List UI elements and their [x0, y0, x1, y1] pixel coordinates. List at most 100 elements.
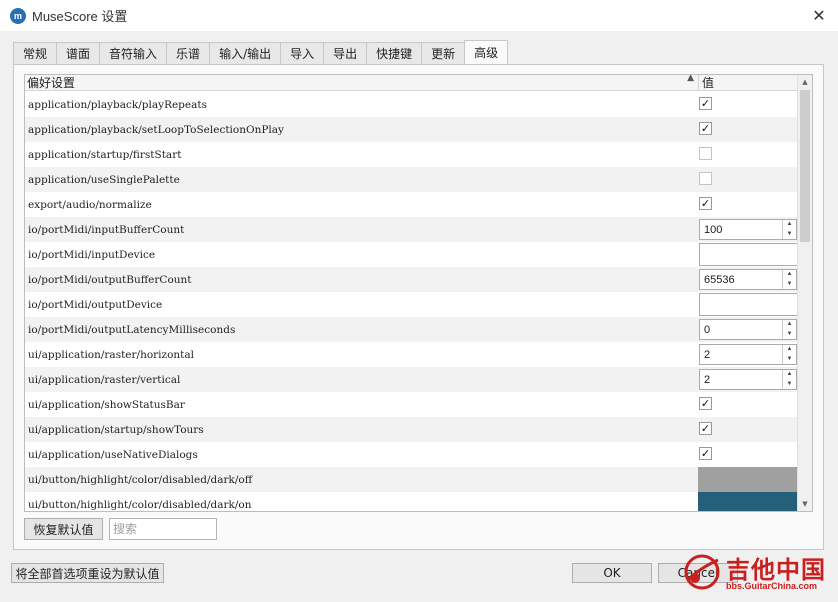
spin-up-icon[interactable]: ▲ [783, 370, 796, 380]
spin-buttons: ▲ ▼ [782, 345, 796, 364]
number-spinbox[interactable]: 2 ▲ ▼ [699, 369, 797, 390]
table-row[interactable]: export/audio/normalize ✓ [25, 192, 798, 217]
checkbox-unchecked[interactable] [699, 147, 712, 160]
spinbox-value: 0 [704, 323, 711, 336]
preference-key: io/portMidi/outputDevice [28, 298, 163, 311]
preference-value: ✓ [698, 392, 798, 417]
spin-buttons: ▲ ▼ [782, 370, 796, 389]
table-row[interactable]: ui/button/highlight/color/disabled/dark/… [25, 467, 798, 492]
guitarchina-watermark: 吉他中国 bbs.GuitarChina.com [680, 550, 830, 596]
tab-8[interactable]: 更新 [421, 42, 466, 64]
preference-value [698, 467, 798, 492]
table-row[interactable]: io/portMidi/inputDevice [25, 242, 798, 267]
color-swatch[interactable] [698, 492, 798, 511]
preference-key: io/portMidi/inputDevice [28, 248, 156, 261]
spinbox-value: 2 [704, 373, 711, 386]
spin-down-icon[interactable]: ▼ [783, 380, 796, 390]
preference-key: ui/application/raster/vertical [28, 373, 181, 386]
spinbox-value: 65536 [704, 273, 735, 286]
table-row[interactable]: ui/application/raster/horizontal 2 ▲ ▼ [25, 342, 798, 367]
spin-buttons: ▲ ▼ [782, 320, 796, 339]
vertical-scrollbar[interactable]: ▲ ▼ [797, 75, 812, 511]
column-header-preference[interactable]: 偏好设置 ▲ [25, 75, 698, 91]
text-field[interactable] [699, 293, 798, 316]
spin-up-icon[interactable]: ▲ [783, 220, 796, 230]
tab-6[interactable]: 导出 [323, 42, 368, 64]
spin-down-icon[interactable]: ▼ [783, 280, 796, 290]
table-body: application/playback/playRepeats ✓ applica… [25, 92, 798, 511]
preference-key: io/portMidi/inputBufferCount [28, 223, 185, 236]
reset-all-preferences-button[interactable]: 将全部首选项重设为默认值 [11, 563, 164, 583]
table-row[interactable]: ui/application/useNativeDialogs ✓ [25, 442, 798, 467]
preference-value [698, 492, 798, 511]
tab-4[interactable]: 输入/输出 [209, 42, 282, 64]
tab-0[interactable]: 常规 [13, 42, 58, 64]
tab-9[interactable]: 高级 [464, 40, 509, 64]
number-spinbox[interactable]: 0 ▲ ▼ [699, 319, 797, 340]
spin-up-icon[interactable]: ▲ [783, 345, 796, 355]
preference-key: io/portMidi/outputLatencyMilliseconds [28, 323, 236, 336]
checkbox-checked[interactable]: ✓ [699, 197, 712, 210]
preference-value [698, 292, 798, 317]
number-spinbox[interactable]: 2 ▲ ▼ [699, 344, 797, 365]
table-row[interactable]: application/startup/firstStart [25, 142, 798, 167]
table-row[interactable]: io/portMidi/inputBufferCount 100 ▲ ▼ [25, 217, 798, 242]
preference-key: ui/button/highlight/color/disabled/dark/… [28, 473, 253, 486]
scrollbar-thumb[interactable] [800, 90, 810, 242]
spin-down-icon[interactable]: ▼ [783, 355, 796, 365]
table-row[interactable]: ui/application/raster/vertical 2 ▲ ▼ [25, 367, 798, 392]
text-field[interactable] [699, 243, 798, 266]
preference-value [698, 167, 798, 192]
table-row[interactable]: application/playback/playRepeats ✓ [25, 92, 798, 117]
column-header-preference-label: 偏好设置 [27, 76, 76, 90]
checkbox-checked[interactable]: ✓ [699, 422, 712, 435]
table-row[interactable]: io/portMidi/outputDevice [25, 292, 798, 317]
table-row[interactable]: io/portMidi/outputBufferCount 65536 ▲ ▼ [25, 267, 798, 292]
table-row[interactable]: ui/application/showStatusBar ✓ [25, 392, 798, 417]
preference-value: ✓ [698, 192, 798, 217]
table-row[interactable]: ui/application/startup/showTours ✓ [25, 417, 798, 442]
table-header: 偏好设置 ▲ 值 [25, 75, 798, 91]
preference-key: application/playback/setLoopToSelectionO… [28, 123, 284, 136]
spin-up-icon[interactable]: ▲ [783, 320, 796, 330]
preference-value: ✓ [698, 92, 798, 117]
window-title: MuseScore 设置 [32, 9, 128, 24]
close-icon[interactable]: ✕ [808, 4, 830, 26]
preference-value: 65536 ▲ ▼ [698, 267, 798, 292]
checkbox-checked[interactable]: ✓ [699, 122, 712, 135]
preference-value: ✓ [698, 417, 798, 442]
restore-default-button[interactable]: 恢复默认值 [24, 518, 103, 540]
spin-down-icon[interactable]: ▼ [783, 330, 796, 340]
search-input[interactable] [109, 518, 217, 540]
scroll-up-icon[interactable]: ▲ [798, 75, 812, 89]
table-row[interactable]: io/portMidi/outputLatencyMilliseconds 0 ▲ ▼ [25, 317, 798, 342]
preference-key: application/startup/firstStart [28, 148, 182, 161]
number-spinbox[interactable]: 100 ▲ ▼ [699, 219, 797, 240]
preference-key: application/playback/playRepeats [28, 98, 207, 111]
tab-bar: 常规 谱面 音符输入 乐谱 输入/输出 导入 导出 快捷键 更新 高级 [13, 40, 509, 64]
spin-down-icon[interactable]: ▼ [783, 230, 796, 240]
ok-button[interactable]: OK [572, 563, 652, 583]
preference-value: 2 ▲ ▼ [698, 342, 798, 367]
preference-value: 2 ▲ ▼ [698, 367, 798, 392]
number-spinbox[interactable]: 65536 ▲ ▼ [699, 269, 797, 290]
checkbox-unchecked[interactable] [699, 172, 712, 185]
table-row[interactable]: application/useSinglePalette [25, 167, 798, 192]
preference-key: export/audio/normalize [28, 198, 152, 211]
spin-up-icon[interactable]: ▲ [783, 270, 796, 280]
preference-value: ✓ [698, 117, 798, 142]
tab-2[interactable]: 音符输入 [99, 42, 168, 64]
tab-3[interactable]: 乐谱 [166, 42, 211, 64]
checkbox-checked[interactable]: ✓ [699, 397, 712, 410]
checkbox-checked[interactable]: ✓ [699, 97, 712, 110]
checkbox-checked[interactable]: ✓ [699, 447, 712, 460]
column-header-value[interactable]: 值 [698, 75, 714, 91]
table-row[interactable]: ui/button/highlight/color/disabled/dark/… [25, 492, 798, 511]
color-swatch[interactable] [698, 467, 798, 492]
tab-5[interactable]: 导入 [280, 42, 325, 64]
scroll-down-icon[interactable]: ▼ [798, 497, 812, 511]
tab-7[interactable]: 快捷键 [366, 42, 423, 64]
preference-key: ui/application/startup/showTours [28, 423, 204, 436]
tab-1[interactable]: 谱面 [56, 42, 101, 64]
table-row[interactable]: application/playback/setLoopToSelectionO… [25, 117, 798, 142]
